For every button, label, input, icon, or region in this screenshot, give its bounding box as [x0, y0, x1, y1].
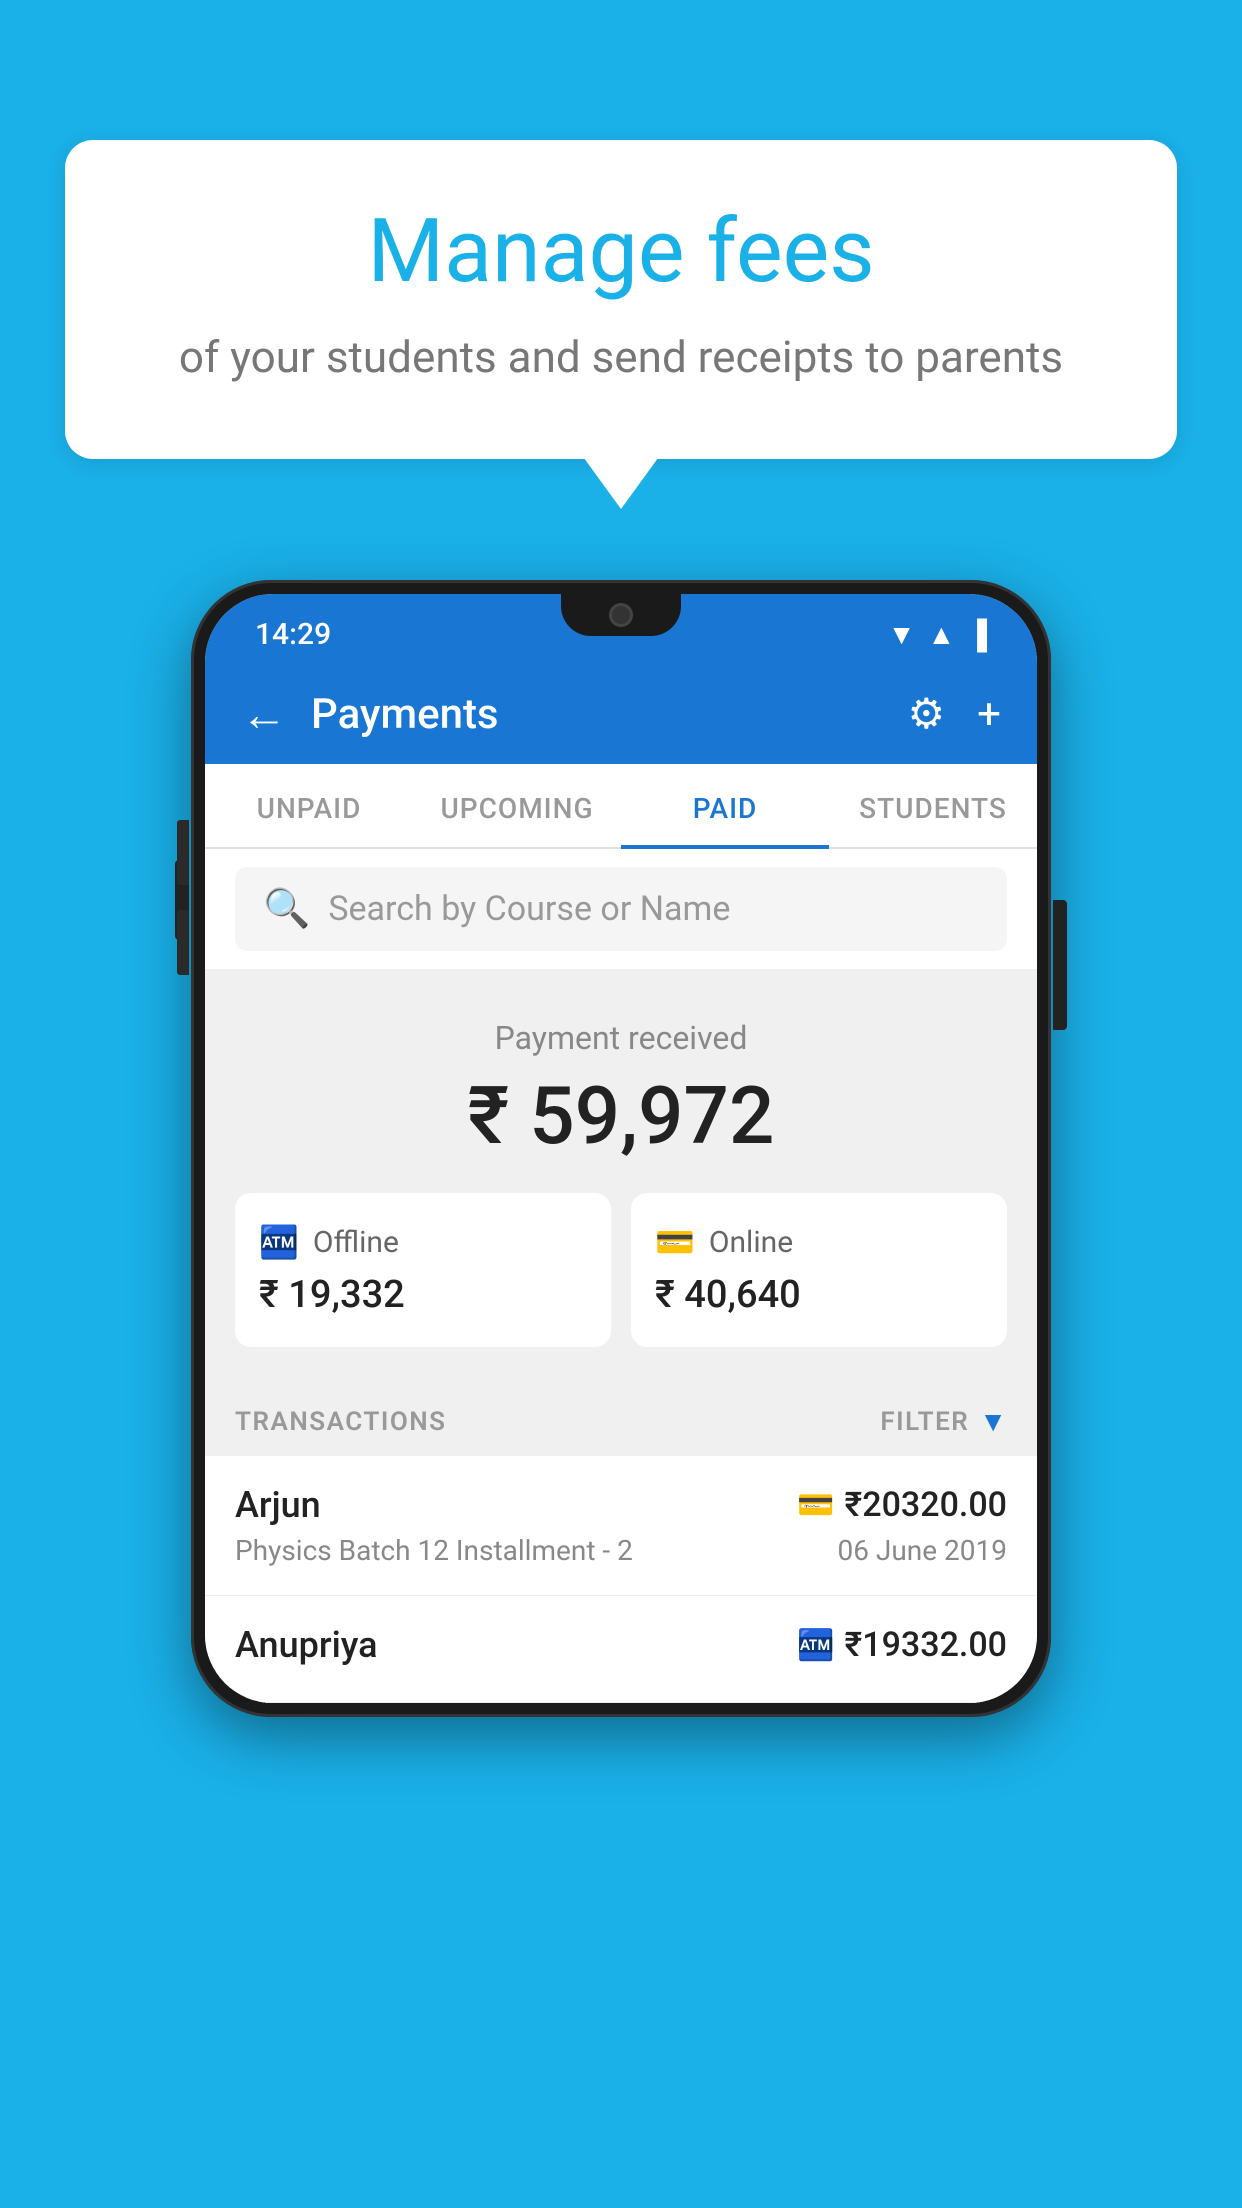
online-card-header: 💳 Online [655, 1223, 793, 1261]
online-amount: ₹ 40,640 [655, 1273, 801, 1317]
phone-device: 14:29 ▼ ▲ ▐ ← Payments ⚙ + [191, 580, 1051, 1717]
online-payment-card: 💳 Online ₹ 40,640 [631, 1193, 1007, 1347]
search-input-container[interactable]: 🔍 Search by Course or Name [235, 867, 1007, 951]
payment-received-label: Payment received [235, 1019, 1007, 1057]
student-name: Arjun [235, 1484, 321, 1526]
power-button [1053, 900, 1065, 1030]
offline-label: Offline [313, 1225, 399, 1260]
offline-payment-icon: 🏧 [797, 1628, 834, 1663]
volume-up-button [177, 820, 189, 885]
back-button[interactable]: ← [241, 687, 287, 742]
transaction-top: Arjun 💳 ₹20320.00 [235, 1484, 1007, 1526]
speech-bubble-subtext: of your students and send receipts to pa… [145, 327, 1097, 389]
transaction-amount: ₹19332.00 [845, 1625, 1007, 1665]
payment-cards: 🏧 Offline ₹ 19,332 💳 Online ₹ 40,640 [235, 1193, 1007, 1347]
app-bar-title: Payments [311, 690, 884, 739]
course-info: Physics Batch 12 Installment - 2 [235, 1534, 633, 1567]
app-bar-actions: ⚙ + [908, 689, 1002, 739]
offline-amount: ₹ 19,332 [259, 1273, 405, 1317]
filter-icon: ▼ [979, 1405, 1007, 1438]
payment-total-amount: ₹ 59,972 [235, 1069, 1007, 1163]
student-name: Anupriya [235, 1624, 378, 1666]
table-row[interactable]: Anupriya 🏧 ₹19332.00 [205, 1596, 1037, 1703]
table-row[interactable]: Arjun 💳 ₹20320.00 Physics Batch 12 Insta… [205, 1456, 1037, 1596]
transaction-date: 06 June 2019 [837, 1534, 1007, 1567]
tab-paid[interactable]: PAID [621, 764, 829, 847]
filter-label: FILTER [880, 1407, 969, 1437]
signal-icon: ▲ [927, 618, 955, 651]
search-bar: 🔍 Search by Course or Name [205, 849, 1037, 969]
battery-icon: ▐ [967, 618, 987, 651]
transaction-top: Anupriya 🏧 ₹19332.00 [235, 1624, 1007, 1666]
online-payment-icon: 💳 [797, 1488, 834, 1523]
tab-students[interactable]: STUDENTS [829, 764, 1037, 847]
offline-payment-card: 🏧 Offline ₹ 19,332 [235, 1193, 611, 1347]
online-icon: 💳 [655, 1223, 695, 1261]
amount-container: 🏧 ₹19332.00 [797, 1625, 1007, 1665]
tabs-bar: UNPAID UPCOMING PAID STUDENTS [205, 764, 1037, 849]
volume-down-button [177, 910, 189, 975]
transaction-bottom: Physics Batch 12 Installment - 2 06 June… [235, 1534, 1007, 1567]
offline-card-header: 🏧 Offline [259, 1223, 399, 1261]
speech-bubble: Manage fees of your students and send re… [65, 140, 1177, 459]
transactions-header: TRANSACTIONS FILTER ▼ [205, 1377, 1037, 1456]
phone-notch [561, 594, 681, 636]
status-icons: ▼ ▲ ▐ [888, 618, 987, 651]
status-time: 14:29 [255, 617, 331, 652]
speech-bubble-heading: Manage fees [145, 200, 1097, 303]
search-input[interactable]: Search by Course or Name [328, 889, 730, 929]
wifi-icon: ▼ [888, 618, 916, 651]
online-label: Online [709, 1225, 793, 1260]
phone-screen: 14:29 ▼ ▲ ▐ ← Payments ⚙ + [205, 594, 1037, 1703]
amount-container: 💳 ₹20320.00 [797, 1485, 1007, 1525]
tab-unpaid[interactable]: UNPAID [205, 764, 413, 847]
transactions-label: TRANSACTIONS [235, 1407, 447, 1437]
speech-bubble-container: Manage fees of your students and send re… [65, 140, 1177, 459]
add-button[interactable]: + [977, 690, 1001, 739]
filter-container[interactable]: FILTER ▼ [880, 1405, 1007, 1438]
offline-icon: 🏧 [259, 1223, 299, 1261]
app-bar: ← Payments ⚙ + [205, 664, 1037, 764]
settings-button[interactable]: ⚙ [908, 689, 946, 739]
payment-summary: Payment received ₹ 59,972 🏧 Offline ₹ 19… [205, 969, 1037, 1377]
front-camera [609, 603, 633, 627]
transaction-amount: ₹20320.00 [845, 1485, 1007, 1525]
search-icon: 🔍 [263, 887, 310, 931]
tab-upcoming[interactable]: UPCOMING [413, 764, 621, 847]
